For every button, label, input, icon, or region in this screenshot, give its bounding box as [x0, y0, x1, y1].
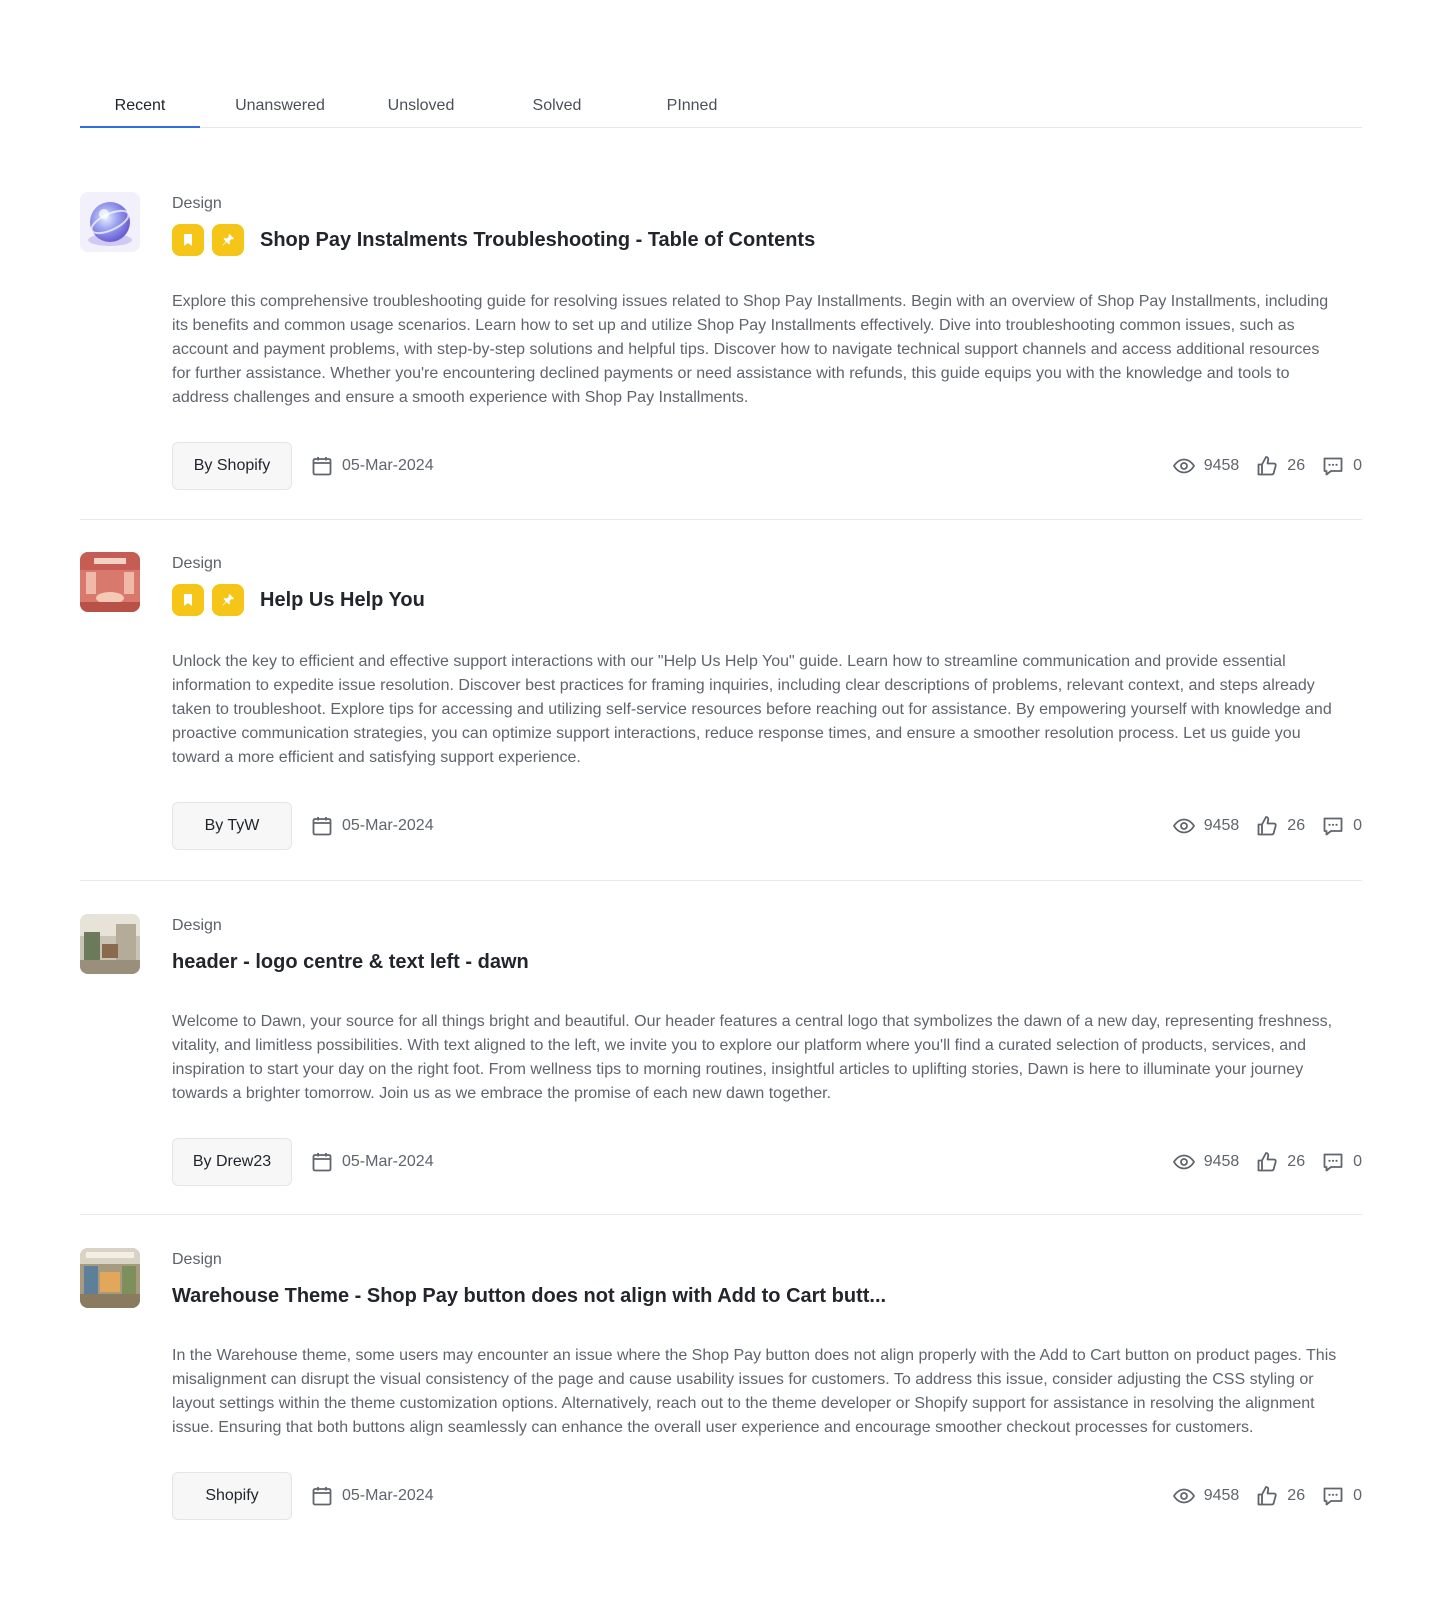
- likes-count: 26: [1287, 817, 1306, 834]
- post-category: Design: [172, 1251, 222, 1268]
- thumbs-up-icon: [1257, 816, 1277, 836]
- comment-icon: [1323, 457, 1343, 476]
- comments-stat[interactable]: 0: [1321, 1484, 1362, 1508]
- thumbs-up-icon: [1257, 456, 1277, 476]
- calendar-icon: [312, 817, 332, 836]
- likes-stat[interactable]: 26: [1255, 1484, 1305, 1508]
- post-title[interactable]: Warehouse Theme - Shop Pay button does n…: [172, 1285, 886, 1308]
- post-date: 05-Mar-2024: [342, 817, 434, 834]
- views-count: 9458: [1203, 1153, 1240, 1170]
- likes-count: 26: [1287, 1487, 1306, 1504]
- divider: [80, 519, 1362, 520]
- calendar-icon: [312, 457, 332, 476]
- post-date: 05-Mar-2024: [342, 457, 434, 474]
- comments-stat[interactable]: 0: [1321, 454, 1362, 478]
- views-stat: 9458: [1172, 1484, 1240, 1508]
- likes-stat[interactable]: 26: [1255, 454, 1305, 478]
- likes-stat[interactable]: 26: [1255, 1150, 1305, 1174]
- tab-solved[interactable]: Solved: [482, 86, 632, 128]
- post-title[interactable]: Shop Pay Instalments Troubleshooting - T…: [260, 229, 815, 252]
- post-title[interactable]: Help Us Help You: [260, 589, 425, 612]
- divider: [80, 880, 1362, 881]
- author-button[interactable]: Shopify: [172, 1472, 292, 1520]
- tab-unanswered[interactable]: Unanswered: [200, 86, 360, 128]
- post-title[interactable]: header - logo centre & text left - dawn: [172, 951, 529, 974]
- comments-count: 0: [1353, 817, 1362, 834]
- thumbs-up-icon: [1257, 1486, 1277, 1506]
- comment-icon: [1323, 817, 1343, 836]
- post-date: 05-Mar-2024: [342, 1487, 434, 1504]
- views-count: 9458: [1203, 457, 1240, 474]
- divider: [80, 1214, 1362, 1215]
- bookmark-icon: [172, 224, 204, 256]
- views-stat: 9458: [1172, 1150, 1240, 1174]
- post-category: Design: [172, 555, 222, 572]
- likes-count: 26: [1287, 457, 1306, 474]
- post-category: Design: [172, 917, 222, 934]
- tab-unsolved[interactable]: Unsloved: [360, 86, 482, 128]
- post-thumbnail[interactable]: [80, 1248, 140, 1308]
- comment-icon: [1323, 1153, 1343, 1172]
- views-stat: 9458: [1172, 454, 1240, 478]
- pin-icon: [212, 224, 244, 256]
- eye-icon: [1172, 1488, 1195, 1504]
- eye-icon: [1172, 818, 1195, 834]
- comment-icon: [1323, 1487, 1343, 1506]
- bookmark-icon: [172, 584, 204, 616]
- pin-icon: [212, 584, 244, 616]
- post-thumbnail[interactable]: [80, 914, 140, 974]
- post-thumbnail[interactable]: [80, 192, 140, 252]
- post-date: 05-Mar-2024: [342, 1153, 434, 1170]
- author-button[interactable]: By Drew23: [172, 1138, 292, 1186]
- author-button[interactable]: By TyW: [172, 802, 292, 850]
- likes-stat[interactable]: 26: [1255, 814, 1305, 838]
- author-button[interactable]: By Shopify: [172, 442, 292, 490]
- post-thumbnail[interactable]: [80, 552, 140, 612]
- post-description: Explore this comprehensive troubleshooti…: [172, 293, 1329, 406]
- likes-count: 26: [1287, 1153, 1306, 1170]
- eye-icon: [1172, 1154, 1195, 1170]
- calendar-icon: [312, 1153, 332, 1172]
- post-category: Design: [172, 195, 222, 212]
- comments-stat[interactable]: 0: [1321, 814, 1362, 838]
- thumbs-up-icon: [1257, 1152, 1277, 1172]
- post-description: In the Warehouse theme, some users may e…: [172, 1347, 1337, 1436]
- post-description: Unlock the key to efficient and effectiv…: [172, 653, 1332, 766]
- tab-pinned[interactable]: PInned: [632, 86, 752, 128]
- post-description: Welcome to Dawn, your source for all thi…: [172, 1013, 1333, 1102]
- comments-stat[interactable]: 0: [1321, 1150, 1362, 1174]
- comments-count: 0: [1353, 1487, 1362, 1504]
- comments-count: 0: [1353, 457, 1362, 474]
- views-count: 9458: [1203, 817, 1240, 834]
- calendar-icon: [312, 1487, 332, 1506]
- comments-count: 0: [1353, 1153, 1362, 1170]
- tab-bar: Recent Unanswered Unsloved Solved PInned: [80, 86, 1362, 128]
- views-stat: 9458: [1172, 814, 1240, 838]
- tab-recent[interactable]: Recent: [80, 86, 200, 128]
- views-count: 9458: [1203, 1487, 1240, 1504]
- eye-icon: [1172, 458, 1195, 474]
